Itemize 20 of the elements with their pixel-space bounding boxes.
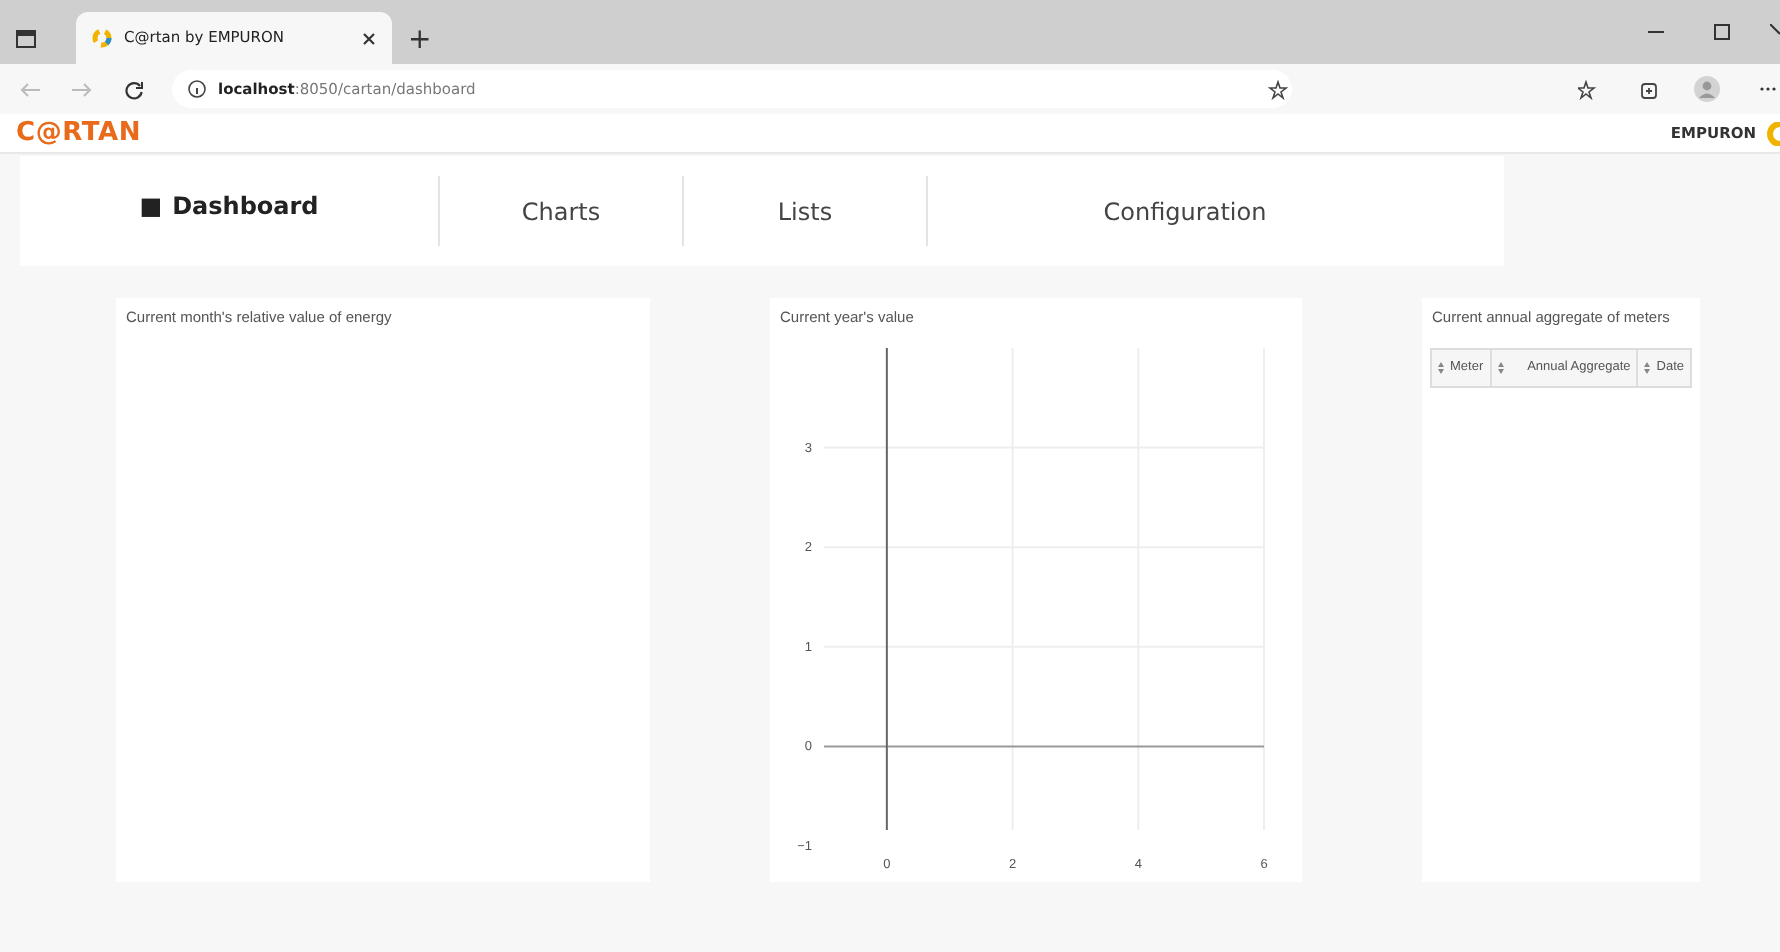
new-tab-button[interactable]: + <box>408 26 432 54</box>
sort-icon[interactable] <box>1497 362 1504 375</box>
nav-tab[interactable]: Configuration <box>928 156 1442 266</box>
tab-actions-icon[interactable] <box>16 30 36 48</box>
collections-icon[interactable] <box>1638 79 1658 99</box>
sort-icon[interactable] <box>1644 362 1651 375</box>
nav-tab[interactable]: ■ Dashboard <box>20 156 438 266</box>
maximize-icon[interactable] <box>1714 24 1730 40</box>
close-icon[interactable] <box>362 31 376 45</box>
nav-tab[interactable]: Lists <box>684 156 926 266</box>
favorites-icon[interactable] <box>1578 79 1598 99</box>
nav-tab[interactable]: Charts <box>440 156 682 266</box>
info-icon <box>188 80 206 98</box>
profile-icon[interactable] <box>1694 76 1720 102</box>
sort-icon[interactable] <box>1438 362 1444 375</box>
more-icon[interactable] <box>1760 86 1776 92</box>
reload-icon[interactable] <box>124 79 144 99</box>
favicon-icon <box>92 28 112 48</box>
logo-ring-icon <box>1762 121 1780 145</box>
close-icon[interactable] <box>1770 24 1780 40</box>
